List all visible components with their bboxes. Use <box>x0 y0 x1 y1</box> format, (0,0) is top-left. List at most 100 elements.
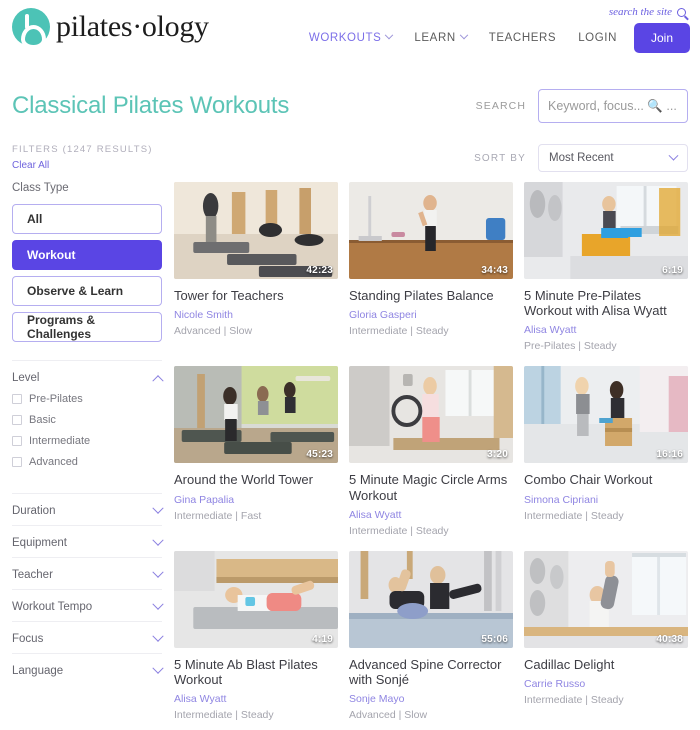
filter-group-equipment-label: Equipment <box>12 537 67 549</box>
workout-thumbnail[interactable]: 34:43 <box>349 182 513 279</box>
nav-item-workouts[interactable]: WORKOUTS <box>298 26 404 50</box>
workout-thumbnail[interactable]: 16:16 <box>524 366 688 464</box>
workout-card[interactable]: 40:38 Cadillac Delight Carrie Russo Inte… <box>524 550 688 721</box>
level-option-advanced[interactable]: Advanced <box>12 456 162 468</box>
checkbox-icon[interactable] <box>12 394 22 404</box>
workout-card[interactable]: 3:20 5 Minute Magic Circle Arms Workout … <box>349 366 513 537</box>
filter-group-focus[interactable]: Focus <box>12 621 164 653</box>
class-type-label: Class Type <box>12 182 69 194</box>
filters-header: FILTERS (1247 RESULTS) Clear All <box>12 144 153 173</box>
filter-group-language[interactable]: Language <box>12 653 164 685</box>
nav-item-learn[interactable]: LEARN <box>403 26 477 50</box>
workout-meta: Intermediate | Fast <box>174 509 262 522</box>
workout-teacher[interactable]: Alisa Wyatt <box>349 509 513 521</box>
level-option-intermediate-label: Intermediate <box>29 435 91 447</box>
workout-thumbnail[interactable]: 40:38 <box>524 550 688 648</box>
checkbox-icon[interactable] <box>12 415 22 425</box>
filter-group-language-header[interactable]: Language <box>12 662 164 677</box>
workout-title: Standing Pilates Balance <box>349 288 494 303</box>
filter-group-workout-tempo-header[interactable]: Workout Tempo <box>12 598 164 613</box>
site-search-trigger[interactable]: search the site <box>609 6 686 18</box>
pilatesology-logo-icon <box>12 8 50 49</box>
workout-meta: Advanced | Slow <box>174 325 253 338</box>
workout-thumbnail[interactable]: 4:19 <box>174 550 338 648</box>
workout-thumbnail[interactable]: 45:23 <box>174 366 338 464</box>
sort-by-select[interactable]: Most Recent <box>538 144 688 172</box>
workout-card[interactable]: 45:23 Around the World Tower Gina Papali… <box>174 366 338 536</box>
class-type-workout[interactable]: Workout <box>12 240 162 270</box>
workout-teacher[interactable]: Alisa Wyatt <box>174 693 338 705</box>
workout-teacher[interactable]: Simona Cipriani <box>524 494 688 506</box>
workout-title: Tower for Teachers <box>174 288 284 303</box>
checkbox-icon[interactable] <box>12 436 22 446</box>
chevron-down-icon <box>152 566 164 578</box>
workout-teacher[interactable]: Nicole Smith <box>174 309 338 321</box>
filter-group-teacher[interactable]: Teacher <box>12 557 164 589</box>
class-type-programs-challenges[interactable]: Programs & Challenges <box>12 312 162 342</box>
workout-teacher[interactable]: Sonje Mayo <box>349 693 513 705</box>
workout-thumbnail[interactable]: 6:19 <box>524 182 688 279</box>
sort-by-value: Most Recent <box>549 152 614 164</box>
chevron-down-icon <box>152 662 164 674</box>
site-search-label: search the site <box>608 6 672 18</box>
chevron-down-icon <box>152 502 164 514</box>
workout-card[interactable]: 42:23 Tower for Teachers Nicole Smith Ad… <box>174 182 338 352</box>
filter-group-level-body: Pre-Pilates Basic Intermediate Advanced <box>12 393 162 473</box>
filter-group-level: Level Pre-Pilates Basic Intermediate Adv… <box>12 360 164 481</box>
site-logo[interactable]: pilates·ology <box>12 8 209 49</box>
workout-meta: Intermediate | Steady <box>524 509 624 522</box>
filter-group-level-header[interactable]: Level <box>12 372 164 387</box>
workout-meta: Intermediate | Steady <box>349 524 449 537</box>
main-navigation: WORKOUTS LEARN TEACHERS LOGIN Join <box>298 23 690 53</box>
level-option-basic[interactable]: Basic <box>12 414 162 426</box>
checkbox-icon[interactable] <box>12 457 22 467</box>
level-option-advanced-label: Advanced <box>29 456 78 468</box>
filter-group-duration-header[interactable]: Duration <box>12 502 164 517</box>
workout-meta: Intermediate | Steady <box>524 694 624 707</box>
workout-teacher[interactable]: Gloria Gasperi <box>349 309 513 321</box>
filter-group-focus-header[interactable]: Focus <box>12 630 164 645</box>
workout-card[interactable]: 6:19 5 Minute Pre-Pilates Workout with A… <box>524 182 688 352</box>
filter-group-equipment-header[interactable]: Equipment <box>12 534 164 549</box>
filter-group-workout-tempo[interactable]: Workout Tempo <box>12 589 164 621</box>
workout-title: 5 Minute Ab Blast Pilates Workout <box>174 656 318 688</box>
filter-group-equipment[interactable]: Equipment <box>12 525 164 557</box>
class-type-all[interactable]: All <box>12 204 162 234</box>
filter-group-teacher-header[interactable]: Teacher <box>12 566 164 581</box>
workout-teacher[interactable]: Carrie Russo <box>524 678 688 690</box>
workout-thumbnail[interactable]: 42:23 <box>174 182 338 279</box>
workout-title: 5 Minute Magic Circle Arms Workout <box>349 472 508 503</box>
sort-by-label: SORT BY <box>474 152 526 164</box>
search-icon[interactable] <box>677 7 686 17</box>
search-input[interactable] <box>548 99 678 113</box>
clear-all-link[interactable]: Clear All <box>12 160 49 171</box>
filters-result-count: FILTERS (1247 RESULTS) <box>12 144 153 155</box>
class-type-observe-learn[interactable]: Observe & Learn <box>12 276 162 306</box>
workout-title: Around the World Tower <box>174 472 313 488</box>
workout-duration: 45:23 <box>306 449 333 461</box>
workout-card[interactable]: 55:06 Advanced Spine Corrector with Sonj… <box>349 550 513 721</box>
workout-thumbnail[interactable]: 3:20 <box>349 366 513 464</box>
join-button[interactable]: Join <box>633 23 690 53</box>
nav-item-teachers-label: TEACHERS <box>488 32 557 44</box>
logo-text: pilates·ology <box>56 10 209 43</box>
filter-group-duration[interactable]: Duration <box>12 493 164 525</box>
chevron-down-icon <box>459 30 469 40</box>
chevron-up-icon <box>152 375 164 387</box>
class-type-workout-label: Workout <box>27 248 76 262</box>
workout-card[interactable]: 4:19 5 Minute Ab Blast Pilates Workout A… <box>174 550 338 721</box>
nav-item-learn-label: LEARN <box>414 32 456 44</box>
filter-bar: FILTERS (1247 RESULTS) Clear All SORT BY… <box>0 134 700 182</box>
workout-teacher[interactable]: Gina Papalia <box>174 494 338 506</box>
workout-teacher[interactable]: Alisa Wyatt <box>524 324 688 336</box>
chevron-down-icon <box>152 598 164 610</box>
chevron-down-icon <box>152 630 164 642</box>
level-option-intermediate[interactable]: Intermediate <box>12 435 162 447</box>
workout-thumbnail[interactable]: 55:06 <box>349 550 513 648</box>
search-input-wrapper[interactable] <box>538 89 688 123</box>
workout-card[interactable]: 34:43 Standing Pilates Balance Gloria Ga… <box>349 182 513 352</box>
level-option-pre-pilates[interactable]: Pre-Pilates <box>12 393 162 405</box>
nav-item-teachers[interactable]: TEACHERS <box>478 26 567 50</box>
nav-item-login[interactable]: LOGIN <box>567 26 628 50</box>
workout-card[interactable]: 16:16 Combo Chair Workout Simona Ciprian… <box>524 366 688 536</box>
